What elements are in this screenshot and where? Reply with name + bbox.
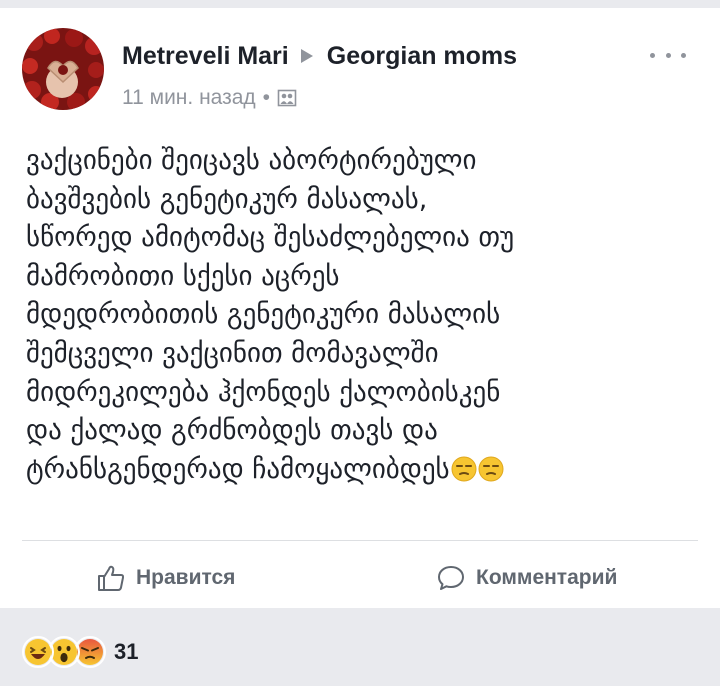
group-name[interactable]: Georgian moms [327, 42, 517, 71]
post-text-line: და ქალად გრძნობდეს თავს და [26, 415, 438, 447]
comment-button[interactable]: Комментарий [436, 560, 617, 596]
comment-label: Комментарий [476, 566, 618, 589]
post-text-line: სწორედ ამიტომაც შესაძლებელია თუ [26, 222, 515, 254]
post-text: ვაქცინები შეიცავს აბორტირებული ბავშვების… [26, 142, 696, 489]
more-options-icon[interactable] [650, 48, 686, 62]
post-text-line: ვაქცინები შეიცავს აბორტირებული [26, 145, 477, 176]
post-text-line: მდედრობითის გენეტიკური მასალის [26, 299, 501, 331]
reactions-summary[interactable]: 31 [22, 636, 138, 668]
post-meta: 11 мин. назад • [122, 84, 297, 112]
post-text-line: შემცველი ვაქცინით მომავალში [26, 337, 439, 369]
like-label: Нравится [136, 566, 236, 589]
post-text-line: მამრობითი სქესი აცრეს [26, 260, 340, 292]
unamused-face-icon [451, 455, 477, 482]
like-button[interactable]: Нравится [96, 560, 235, 596]
thumbs-up-icon [98, 565, 125, 591]
arrow-right-icon [300, 49, 313, 63]
post-text-last-line: ტრანსგენდერად ჩამოყალიბდეს [26, 451, 696, 490]
post-card: Metreveli Mari Georgian moms 11 мин. наз… [0, 8, 720, 608]
haha-reaction-icon [22, 636, 54, 668]
meta-separator: • [262, 86, 271, 109]
post-text-line: ტრანსგენდერად ჩამოყალიბდეს [26, 453, 450, 485]
post-header: Metreveli Mari Georgian moms [122, 40, 517, 72]
reaction-count: 31 [114, 639, 139, 664]
comment-bubble-icon [438, 566, 464, 590]
unamused-face-icon [478, 455, 504, 482]
group-icon [277, 88, 297, 108]
author-name[interactable]: Metreveli Mari [122, 42, 289, 71]
avatar[interactable] [22, 28, 104, 110]
post-text-line: ბავშვების გენეტიკურ მასალას, [26, 183, 428, 215]
divider [22, 540, 698, 541]
post-timestamp[interactable]: 11 мин. назад [122, 86, 256, 110]
post-text-line: მიდრეკილება ჰქონდეს ქალობისკენ [26, 376, 501, 408]
